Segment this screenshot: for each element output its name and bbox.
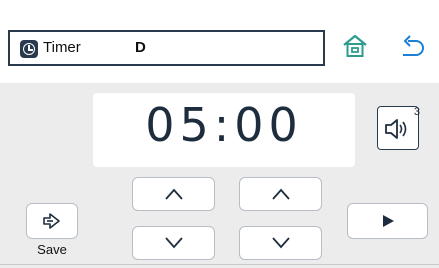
clock-icon: [20, 40, 38, 58]
timer-display: 05:00: [93, 93, 355, 167]
title-field: Timer D: [8, 30, 325, 66]
home-button[interactable]: [341, 32, 369, 60]
chevron-up-icon: [164, 188, 183, 200]
seconds-down-button[interactable]: [239, 226, 322, 260]
volume-level: 3: [413, 106, 420, 118]
seconds-up-button[interactable]: [239, 177, 322, 211]
bottom-divider: [0, 264, 439, 265]
chevron-down-icon: [271, 237, 290, 249]
timer-code: D: [135, 39, 146, 56]
timer-screen: Timer D 05:00 3 Save: [0, 0, 439, 268]
minutes-down-button[interactable]: [132, 226, 215, 260]
page-title: Timer: [43, 39, 81, 56]
speaker-icon: [385, 119, 407, 139]
save-label: Save: [37, 242, 67, 257]
save-icon: [43, 213, 60, 229]
home-icon: [343, 34, 367, 57]
timer-value: 05:00: [145, 98, 303, 152]
chevron-up-icon: [271, 188, 290, 200]
save-button[interactable]: [26, 203, 78, 239]
start-button[interactable]: [347, 203, 428, 239]
back-button[interactable]: [398, 32, 428, 60]
play-icon: [382, 215, 394, 227]
volume-button[interactable]: 3: [377, 106, 420, 150]
minutes-up-button[interactable]: [132, 177, 215, 211]
back-arrow-icon: [403, 35, 424, 56]
chevron-down-icon: [164, 237, 183, 249]
